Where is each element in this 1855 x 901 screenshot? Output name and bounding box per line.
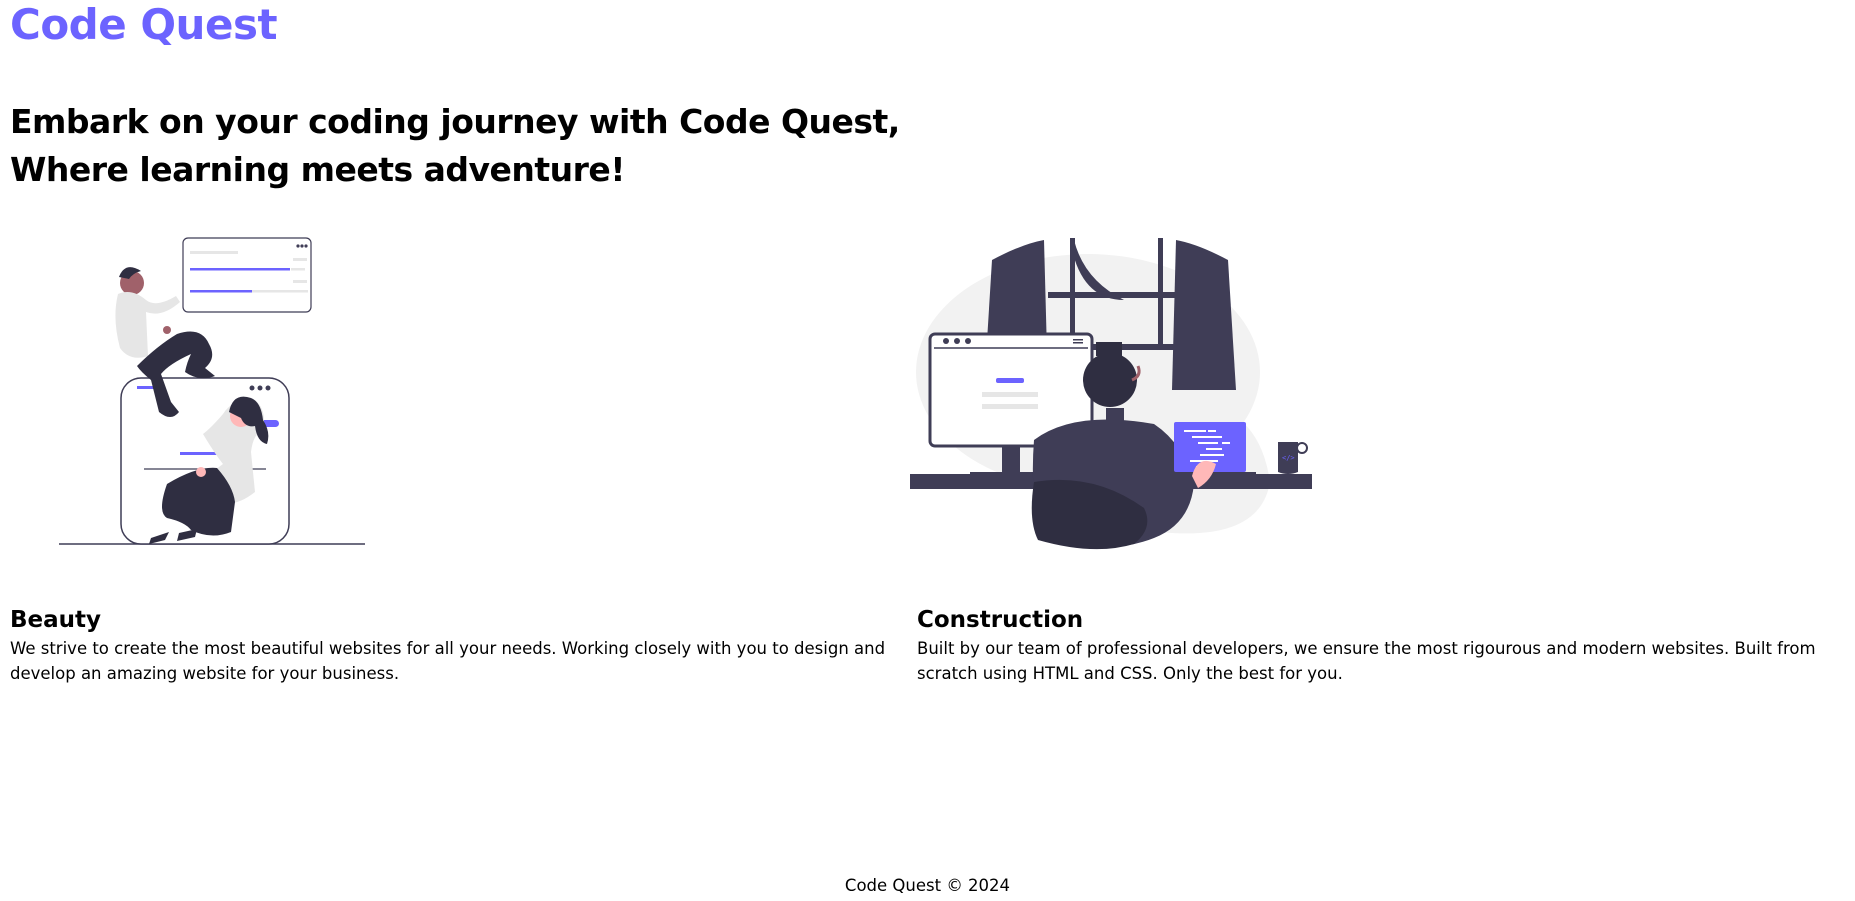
feature-text: We strive to create the most beautiful w… [10,639,886,683]
feature-text: Built by our team of professional develo… [917,639,1816,683]
people-building-website-illustration [59,237,365,545]
feature-construction: Construction Built by our team of profes… [917,604,1847,686]
feature-beauty: Beauty We strive to create the most beau… [10,604,890,686]
svg-text:</>: </> [1282,454,1295,462]
feature-title: Beauty [10,607,102,633]
feature-title: Construction [917,607,1084,633]
developer-at-desk-illustration: </> [910,238,1312,550]
site-title: Code Quest [10,0,278,49]
hero-headline: Embark on your coding journey with Code … [10,102,900,189]
footer-copyright: Code Quest © 2024 [844,876,1011,895]
